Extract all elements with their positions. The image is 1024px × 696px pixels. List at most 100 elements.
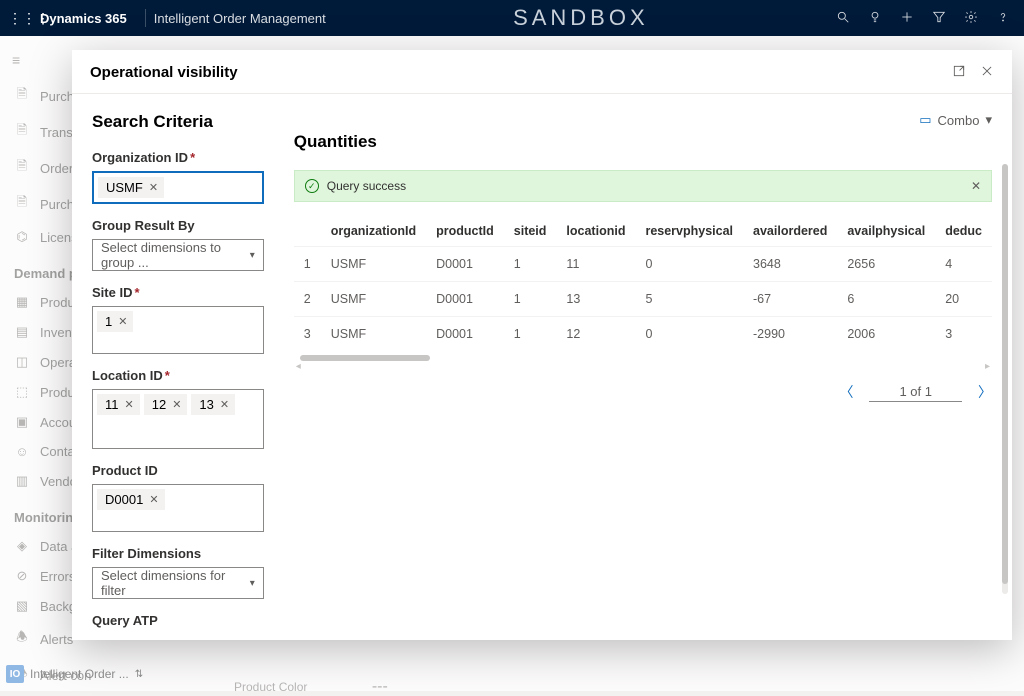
col-header[interactable]: siteid [504,216,557,247]
pager: 〈 1 of 1 〉 [294,382,992,402]
cell: 2006 [837,317,935,352]
site-id-input[interactable]: 1✕ [92,306,264,354]
gear-icon[interactable] [964,10,978,27]
cell: 1 [294,247,321,282]
col-header[interactable]: deduc [935,216,992,247]
tag[interactable]: 13 ✕ [191,394,235,415]
chevron-down-icon: ▾ [250,578,255,589]
tag[interactable]: 12 ✕ [144,394,188,415]
prev-page-icon[interactable]: 〈 [839,382,853,402]
cell: 0 [635,317,743,352]
chevron-down-icon: ▾ [250,250,255,261]
location-id-label: Location ID* [92,368,264,383]
search-criteria-panel: Search Criteria Organization ID* USMF ✕ G… [72,94,284,640]
select-placeholder: Select dimensions to group ... [101,240,250,270]
cell: 1 [504,282,557,317]
bulb-icon[interactable] [868,10,882,27]
site-id-label: Site ID* [92,285,264,300]
modal-header: Operational visibility [72,50,1012,94]
tag-label: D0001 [105,492,143,507]
waffle-icon[interactable]: ⋮⋮⋮ [8,10,36,27]
org-id-label: Organization ID* [92,150,264,165]
help-icon[interactable] [996,10,1010,27]
table-row[interactable]: 2USMFD00011135-67620 [294,282,992,317]
cell: -67 [743,282,837,317]
search-icon[interactable] [836,10,850,27]
chevron-down-icon: ▾ [985,112,992,128]
cell: 0 [635,247,743,282]
tag-label: 12 [152,397,166,412]
col-header[interactable] [294,216,321,247]
tag-label: USMF [106,180,143,195]
col-header[interactable]: organizationId [321,216,426,247]
cell: USMF [321,247,426,282]
remove-tag-icon[interactable]: ✕ [220,398,229,411]
scroll-thumb[interactable] [300,355,430,361]
remove-tag-icon[interactable]: ✕ [125,398,134,411]
module-label[interactable]: Intelligent Order Management [154,11,326,26]
col-header[interactable]: reservphysical [635,216,743,247]
tag[interactable]: 11 ✕ [97,394,140,415]
pager-text: 1 of 1 [869,382,962,402]
cell: 20 [935,282,992,317]
grid-header-row: organizationId productId siteid location… [294,216,992,247]
tag[interactable]: D0001 ✕ [97,489,165,510]
brand-label[interactable]: Dynamics 365 [40,11,127,26]
cell: D0001 [426,317,504,352]
next-page-icon[interactable]: 〉 [978,382,992,402]
product-id-label: Product ID [92,463,264,478]
cell: 11 [556,247,635,282]
vertical-scrollbar[interactable] [1002,164,1008,594]
tag-label: 11 [105,397,119,412]
cell: 2656 [837,247,935,282]
cell: 5 [635,282,743,317]
dismiss-status-icon[interactable]: ✕ [971,179,981,193]
location-id-input[interactable]: 11 ✕ 12 ✕ 13 ✕ [92,389,264,449]
horizontal-scrollbar[interactable] [294,355,992,363]
cell: 4 [935,247,992,282]
expand-icon[interactable] [952,64,966,81]
filter-dim-select[interactable]: Select dimensions for filter ▾ [92,567,264,599]
filter-icon[interactable] [932,10,946,27]
cell: 1 [504,317,557,352]
criteria-heading: Search Criteria [92,112,264,132]
operational-visibility-modal: Operational visibility Search Criteria O… [72,50,1012,640]
close-icon[interactable] [980,64,994,81]
org-id-input[interactable]: USMF ✕ [92,171,264,204]
query-atp-label: Query ATP [92,613,264,628]
cell: 1 [504,247,557,282]
tag[interactable]: USMF ✕ [98,177,164,198]
product-id-input[interactable]: D0001 ✕ [92,484,264,532]
cell: D0001 [426,247,504,282]
cell: 6 [837,282,935,317]
success-icon: ✓ [305,179,319,193]
col-header[interactable]: availordered [743,216,837,247]
quantities-panel: ▭ Combo ▾ Quantities ✓ Query success ✕ o… [284,94,1012,640]
table-row[interactable]: 1USMFD00011110364826564 [294,247,992,282]
remove-tag-icon[interactable]: ✕ [172,398,181,411]
status-text: Query success [327,179,406,193]
tag-label: 13 [199,397,213,412]
col-header[interactable]: availphysical [837,216,935,247]
add-icon[interactable] [900,10,914,27]
remove-tag-icon[interactable]: ✕ [149,181,158,194]
cell: 12 [556,317,635,352]
cell: USMF [321,317,426,352]
modal-title: Operational visibility [90,64,238,81]
cell: USMF [321,282,426,317]
tag[interactable]: 1✕ [97,311,133,332]
col-header[interactable]: productId [426,216,504,247]
group-by-select[interactable]: Select dimensions to group ... ▾ [92,239,264,271]
cell: 13 [556,282,635,317]
remove-tag-icon[interactable]: ✕ [149,493,158,506]
table-row[interactable]: 3USMFD00011120-299020063 [294,317,992,352]
scroll-thumb[interactable] [1002,164,1008,584]
remove-tag-icon[interactable]: ✕ [118,315,127,328]
cell: 2 [294,282,321,317]
cell: 3648 [743,247,837,282]
combo-icon: ▭ [919,112,931,128]
combo-toggle[interactable]: ▭ Combo ▾ [919,112,992,128]
quantities-heading: Quantities [294,132,992,152]
group-by-label: Group Result By [92,218,264,233]
col-header[interactable]: locationid [556,216,635,247]
